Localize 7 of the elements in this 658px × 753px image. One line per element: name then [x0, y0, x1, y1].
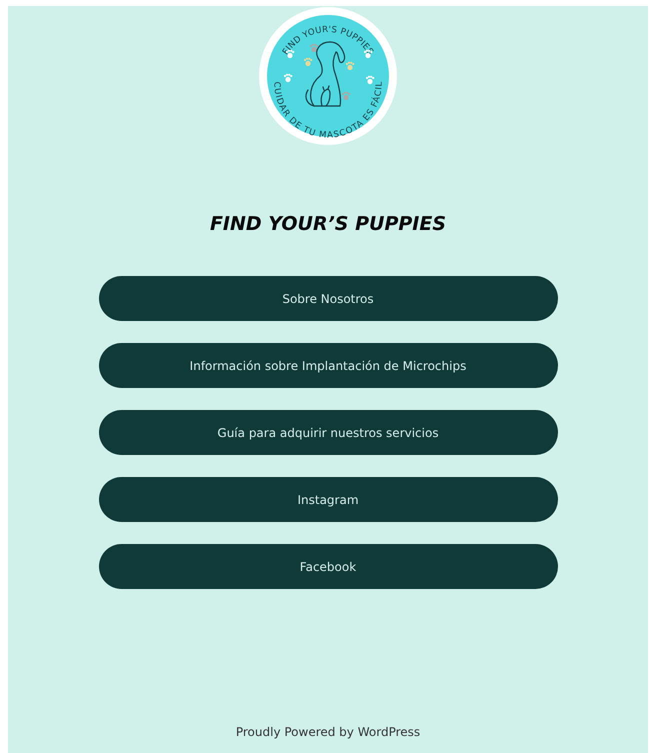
nav-button[interactable]: Facebook — [98, 544, 558, 589]
nav-button[interactable]: Instagram — [98, 477, 558, 522]
site-title: FIND YOUR’S PUPPIES — [210, 212, 446, 236]
nav-button[interactable]: Información sobre Implantación de Microchips — [98, 343, 558, 388]
nav-button[interactable]: Sobre Nosotros — [98, 276, 558, 321]
footer-credit: Proudly Powered by WordPress — [236, 725, 420, 739]
nav-button[interactable]: Guía para adquirir nuestros servicios — [98, 410, 558, 455]
